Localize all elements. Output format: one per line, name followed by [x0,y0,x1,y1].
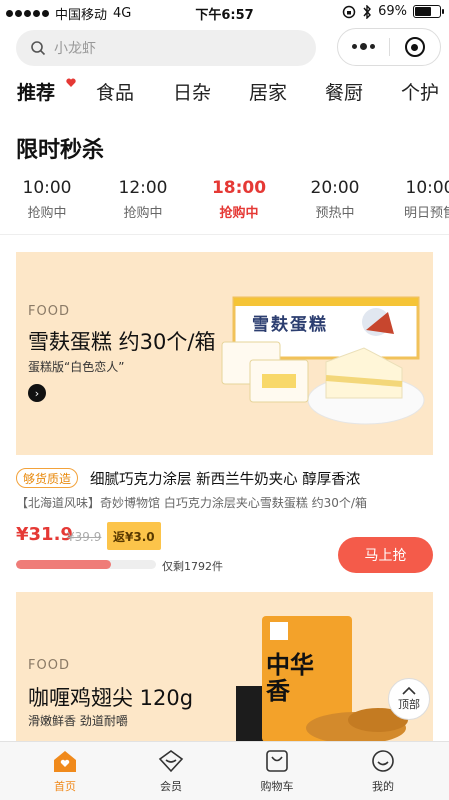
box-label: 雪麸蛋糕 [252,315,328,335]
tab-daily[interactable]: 日杂 [173,78,211,105]
quality-badge: 够货质造 [16,468,79,488]
tab-recommend[interactable]: 推荐 [17,78,55,105]
arrow-right-icon[interactable]: › [28,384,46,402]
time-slot[interactable]: 20:00 预热中 [295,178,375,221]
product-banner[interactable]: FOOD 咖喱鸡翅尖 120g 滑嫩鲜香 劲道耐嚼 中华香 [16,592,433,742]
mini-program-capsule [337,28,441,66]
bluetooth-icon [363,4,372,19]
battery-percent: 69% [378,4,407,19]
tab-food[interactable]: 食品 [96,78,134,105]
time-slot[interactable]: 10:00明日预售 [390,178,449,221]
search-input[interactable]: 小龙虾 [16,30,316,66]
remaining-stock: 仅剩1792件 [162,560,223,573]
more-icon[interactable] [338,43,389,50]
tabbar-cart[interactable]: 购物车 [237,748,317,794]
back-to-top-button[interactable]: 顶部 [388,678,430,720]
category-tabs: 推荐 食品 日杂 居家 餐厨 个护 [0,74,449,114]
product-description: 【北海道风味】奇妙博物馆 白巧克力涂层夹心雪麸蛋糕 约30个/箱 [16,496,367,510]
time-slot[interactable]: 12:00 抢购中 [103,178,183,221]
product-price: ¥31.9 [16,524,73,545]
tabbar-member[interactable]: 会员 [131,748,211,794]
banner-subtitle: 蛋糕版“白色恋人” [28,360,125,374]
banner-tag: FOOD [28,304,70,319]
time-slots: 10:00 抢购中 12:00 抢购中 18:00 抢购中 20:00 预热中 10:0… [0,178,449,228]
tab-personal-care[interactable]: 个护 [401,78,439,105]
tab-kitchen[interactable]: 餐厨 [325,78,363,105]
target-icon [404,37,425,57]
time-slot[interactable]: 10:00 抢购中 [7,178,87,221]
original-price: ¥39.9 [67,530,102,544]
search-icon [31,41,46,56]
cart-icon [266,750,288,772]
home-icon [54,751,76,772]
close-program-button[interactable] [389,37,440,57]
status-bar: 中国移动 4G 下午6:57 69% [0,0,449,26]
buy-now-button[interactable]: 马上抢 [338,537,433,573]
time-slot-active[interactable]: 18:00 抢购中 [199,178,279,221]
chevron-up-icon [402,686,416,695]
product-banner[interactable]: FOOD 雪麸蛋糕 约30个/箱 蛋糕版“白色恋人” › 雪麸蛋糕 [16,252,433,455]
search-placeholder: 小龙虾 [54,41,96,57]
stock-progress-bar [16,560,156,569]
rotation-lock-icon [342,5,356,18]
tab-home[interactable]: 居家 [249,78,287,105]
product-title[interactable]: 细腻巧克力涂层 新西兰牛奶夹心 醇厚香浓 [90,468,360,489]
profile-icon [372,750,394,772]
banner-title: 咖喱鸡翅尖 120g [28,686,194,710]
tabbar-home[interactable]: 首页 [25,748,105,794]
banner-tag: FOOD [28,658,70,673]
banner-subtitle: 滑嫩鲜香 劲道耐嚼 [28,714,128,728]
rebate-badge: 返¥3.0 [107,522,161,550]
battery-icon [413,5,444,18]
heart-icon [66,78,76,87]
banner-title: 雪麸蛋糕 约30个/箱 [28,330,216,354]
pack-label: 中华香 [266,651,314,705]
tabbar-profile[interactable]: 我的 [343,748,423,794]
member-icon [158,750,184,773]
bottom-tab-bar: 首页 会员 购物车 我的 [0,741,449,800]
section-title: 限时秒杀 [16,138,105,163]
